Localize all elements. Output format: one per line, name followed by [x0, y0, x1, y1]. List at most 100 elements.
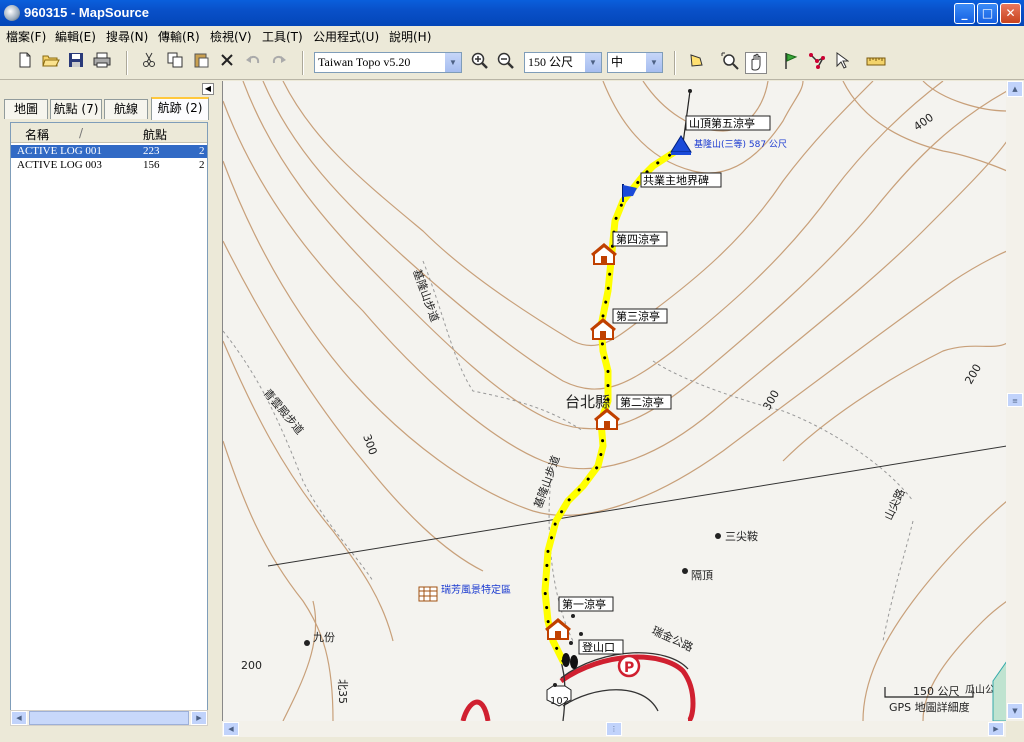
zoom-out-icon[interactable]	[495, 52, 517, 74]
select-arrow-icon[interactable]	[831, 52, 853, 74]
track-extra: 2	[199, 159, 205, 171]
label-pavilion-1: 第一涼亭	[562, 597, 606, 611]
label-peak-elevation: 基隆山(三等) 587 公尺	[694, 138, 787, 150]
toolbar-separator	[126, 51, 128, 75]
menu-edit[interactable]: 編輯(E)	[55, 28, 96, 45]
label-pavilion-2: 第二涼亭	[620, 395, 664, 409]
zoom-scale-select[interactable]: 150 公尺 ▼	[524, 52, 602, 73]
place-dot	[579, 632, 583, 636]
sort-indicator: /	[79, 126, 84, 140]
track-list[interactable]: 名稱 / 航點 ACTIVE LOG 001 223 2 ACTIVE LOG …	[10, 122, 208, 726]
scroll-right-icon[interactable]: ▶	[191, 711, 207, 725]
new-icon[interactable]	[14, 52, 36, 74]
scroll-thumb[interactable]	[29, 711, 189, 725]
chevron-down-icon[interactable]: ▼	[584, 53, 601, 72]
contour-label: 300	[360, 433, 379, 457]
menu-file[interactable]: 檔案(F)	[6, 28, 46, 45]
menu-tools[interactable]: 工具(T)	[262, 28, 303, 45]
track-extra: 2	[199, 145, 205, 157]
chevron-down-icon[interactable]: ▼	[645, 53, 662, 72]
close-button[interactable]: ✕	[1000, 3, 1021, 24]
tab-maps[interactable]: 地圖	[4, 99, 48, 119]
map-product-select[interactable]: Taiwan Topo v5.20 ▼	[314, 52, 462, 73]
map-product-value: Taiwan Topo v5.20	[318, 55, 411, 69]
tab-routes[interactable]: 航線	[104, 99, 148, 119]
label-summit-pavilion: 山頂第五涼亭	[689, 116, 755, 130]
redo-icon[interactable]	[268, 52, 290, 74]
list-horizontal-scrollbar[interactable]: ◀ ▶	[10, 710, 208, 726]
print-icon[interactable]	[91, 52, 113, 74]
app-icon	[4, 5, 20, 21]
track-name: ACTIVE LOG 001	[17, 145, 102, 157]
scroll-left-icon[interactable]: ◀	[11, 711, 27, 725]
parking-icon: P	[617, 654, 641, 678]
track-row[interactable]: ACTIVE LOG 001 223 2	[11, 145, 207, 158]
hand-icon[interactable]	[745, 52, 767, 74]
place-dot	[682, 568, 688, 574]
zoom-in-icon[interactable]	[469, 52, 491, 74]
paste-icon[interactable]	[190, 52, 212, 74]
tab-waypoints[interactable]: 航點 (7)	[50, 99, 102, 119]
label-pavilion-3: 第三涼亭	[616, 309, 660, 323]
menu-help[interactable]: 說明(H)	[389, 28, 431, 45]
summit-icon	[670, 135, 692, 155]
track-points: 223	[143, 145, 160, 157]
track-list-header: 名稱 / 航點	[11, 123, 207, 143]
label-trailhead: 登山口	[582, 640, 615, 654]
scroll-thumb[interactable]: ≡	[1007, 393, 1023, 407]
scroll-down-icon[interactable]: ▼	[1007, 703, 1023, 719]
zoom-tool-icon[interactable]	[686, 52, 708, 74]
maximize-button[interactable]: □	[977, 3, 998, 24]
track-row[interactable]: ACTIVE LOG 003 156 2	[11, 159, 207, 172]
place-dot	[553, 683, 557, 687]
label-road-1: 瑞金公路	[650, 623, 696, 654]
minimize-button[interactable]: _	[954, 3, 975, 24]
map-view[interactable]: P 山頂第五涼亭 基隆山(三等) 587 公尺 共業主地界碑 第四涼亭 第三涼亭…	[222, 81, 1006, 721]
menu-search[interactable]: 搜尋(N)	[106, 28, 148, 45]
map-vertical-scrollbar[interactable]: ▲ ≡ ▼	[1006, 81, 1024, 721]
title-bar[interactable]: 960315 - MapSource _ □ ✕	[0, 0, 1024, 26]
toolbar-separator	[674, 51, 676, 75]
place-dot	[571, 614, 575, 618]
ruler-icon[interactable]	[865, 52, 887, 74]
label-place-3: 隔頂	[691, 569, 713, 582]
route-tool-icon[interactable]	[806, 52, 828, 74]
track-name: ACTIVE LOG 003	[17, 159, 102, 171]
menu-view[interactable]: 檢視(V)	[210, 28, 252, 45]
label-trail-1: 基隆山步道	[410, 267, 442, 323]
label-place-2: 三尖鞍	[725, 529, 758, 543]
map-canvas[interactable]: P 山頂第五涼亭 基隆山(三等) 587 公尺 共業主地界碑 第四涼亭 第三涼亭…	[223, 81, 1006, 721]
scroll-left-icon[interactable]: ◀	[223, 722, 239, 736]
label-place-1: 九份	[313, 631, 335, 644]
menu-transfer[interactable]: 傳輸(R)	[158, 28, 200, 45]
scroll-right-icon[interactable]: ▶	[988, 722, 1004, 736]
waypoint-flag-icon[interactable]	[780, 52, 802, 74]
detail-note: GPS 地圖詳細度	[889, 700, 970, 714]
cut-icon[interactable]	[138, 52, 160, 74]
delete-icon[interactable]	[216, 52, 238, 74]
chevron-down-icon[interactable]: ▼	[444, 53, 461, 72]
copy-icon[interactable]	[164, 52, 186, 74]
save-icon[interactable]	[65, 52, 87, 74]
label-county: 台北縣	[565, 393, 610, 411]
trailhead-icon	[562, 653, 578, 669]
scroll-up-icon[interactable]: ▲	[1007, 81, 1023, 97]
window-title: 960315 - MapSource	[24, 5, 150, 20]
zoom-rect-icon[interactable]	[719, 52, 741, 74]
scroll-thumb[interactable]: ⋮	[606, 722, 622, 736]
open-icon[interactable]	[40, 52, 62, 74]
column-name[interactable]: 名稱	[25, 126, 49, 143]
menu-utilities[interactable]: 公用程式(U)	[313, 28, 379, 45]
place-dot	[715, 533, 721, 539]
track-points: 156	[143, 159, 160, 171]
place-dot	[688, 89, 692, 93]
contour-lines	[223, 81, 1006, 721]
tab-tracks[interactable]: 航跡 (2)	[151, 97, 209, 120]
map-horizontal-scrollbar[interactable]: ◀ ⋮ ▶	[222, 721, 1006, 737]
detail-level-select[interactable]: 中 ▼	[607, 52, 663, 73]
undo-icon[interactable]	[242, 52, 264, 74]
column-points[interactable]: 航點	[143, 126, 167, 143]
collapse-panel-button[interactable]: ◀	[202, 83, 214, 95]
status-bar	[0, 737, 1024, 742]
water-area	[992, 661, 1006, 721]
